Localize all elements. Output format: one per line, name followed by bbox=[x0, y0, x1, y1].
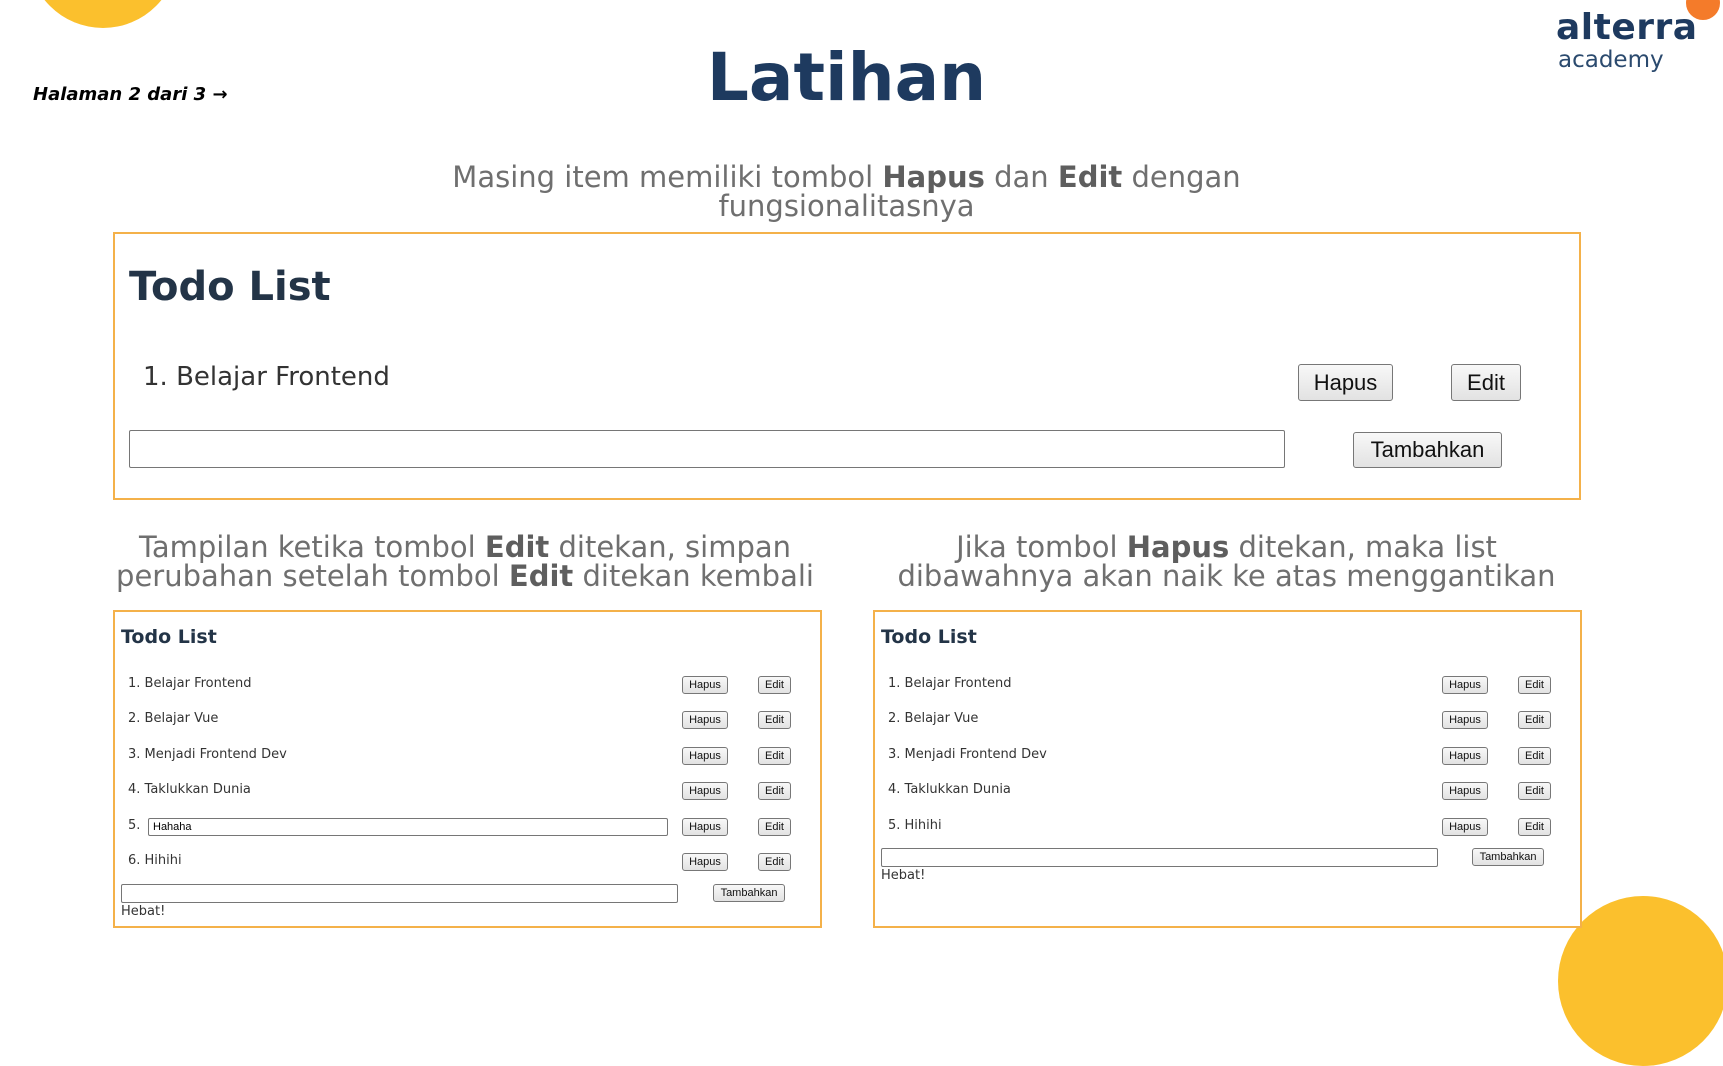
tambahkan-button[interactable]: Tambahkan bbox=[1472, 848, 1544, 866]
edit-button[interactable]: Edit bbox=[1518, 782, 1551, 800]
hapus-button[interactable]: Hapus bbox=[1442, 818, 1488, 836]
todo-row-editing: 5. Hapus Edit bbox=[115, 816, 820, 840]
edit-button[interactable]: Edit bbox=[1518, 818, 1551, 836]
caption-bold: Edit bbox=[508, 559, 574, 593]
edit-button[interactable]: Edit bbox=[758, 676, 791, 694]
decor-circle-top-left bbox=[28, 0, 178, 28]
hapus-button[interactable]: Hapus bbox=[682, 818, 728, 836]
todo-item-text: 5. Hihihi bbox=[888, 818, 942, 833]
todo-row: 5. Hihihi Hapus Edit bbox=[875, 816, 1580, 840]
todo-item-text: 2. Belajar Vue bbox=[128, 711, 219, 726]
decor-circle-bottom-right bbox=[1558, 896, 1723, 1066]
new-todo-input[interactable] bbox=[881, 848, 1438, 867]
todo-item-text: 4. Taklukkan Dunia bbox=[128, 782, 251, 797]
edit-button[interactable]: Edit bbox=[1518, 711, 1551, 729]
todo-title: Todo List bbox=[121, 626, 217, 648]
hapus-button[interactable]: Hapus bbox=[1442, 747, 1488, 765]
edit-button[interactable]: Edit bbox=[758, 853, 791, 871]
todo-row: 2. Belajar Vue Hapus Edit bbox=[875, 709, 1580, 733]
status-message: Hebat! bbox=[121, 904, 166, 919]
status-message: Hebat! bbox=[881, 868, 926, 883]
caption-left: Tampilan ketika tombol Edit ditekan, sim… bbox=[110, 533, 820, 591]
slide-title: Latihan bbox=[706, 39, 987, 116]
todo-panel-main: Todo List 1. Belajar Frontend Hapus Edit… bbox=[113, 232, 1581, 500]
todo-panel-edit-state: Todo List 1. Belajar Frontend Hapus Edit… bbox=[113, 610, 822, 928]
edit-button[interactable]: Edit bbox=[1451, 364, 1521, 401]
hapus-button[interactable]: Hapus bbox=[1298, 364, 1393, 401]
hapus-button[interactable]: Hapus bbox=[682, 711, 728, 729]
todo-row: 2. Belajar Vue Hapus Edit bbox=[115, 709, 820, 733]
todo-title: Todo List bbox=[129, 264, 331, 310]
todo-row: 3. Menjadi Frontend Dev Hapus Edit bbox=[115, 745, 820, 769]
todo-row: 3. Menjadi Frontend Dev Hapus Edit bbox=[875, 745, 1580, 769]
todo-row: 1. Belajar Frontend Hapus Edit bbox=[875, 674, 1580, 698]
todo-item-text: 1. Belajar Frontend bbox=[888, 676, 1012, 691]
caption-text: dan bbox=[984, 160, 1058, 194]
hapus-button[interactable]: Hapus bbox=[1442, 711, 1488, 729]
todo-row: 4. Taklukkan Dunia Hapus Edit bbox=[115, 780, 820, 804]
todo-item-text: 2. Belajar Vue bbox=[888, 711, 979, 726]
hapus-button[interactable]: Hapus bbox=[682, 747, 728, 765]
caption-bold: Edit bbox=[1057, 160, 1123, 194]
todo-item-text: 3. Menjadi Frontend Dev bbox=[888, 747, 1047, 762]
edit-button[interactable]: Edit bbox=[758, 782, 791, 800]
todo-item-text: 6. Hihihi bbox=[128, 853, 182, 868]
new-todo-input[interactable] bbox=[121, 884, 678, 903]
caption-main: Masing item memiliki tombol Hapus dan Ed… bbox=[420, 163, 1273, 221]
caption-right: Jika tombol Hapus ditekan, maka list dib… bbox=[870, 533, 1583, 591]
tambahkan-button[interactable]: Tambahkan bbox=[713, 884, 785, 902]
todo-row: 4. Taklukkan Dunia Hapus Edit bbox=[875, 780, 1580, 804]
new-todo-input[interactable] bbox=[129, 430, 1285, 468]
caption-text: ditekan kembali bbox=[573, 559, 814, 593]
todo-row: 6. Hihihi Hapus Edit bbox=[115, 851, 820, 875]
hapus-button[interactable]: Hapus bbox=[682, 676, 728, 694]
hapus-button[interactable]: Hapus bbox=[1442, 782, 1488, 800]
hapus-button[interactable]: Hapus bbox=[682, 782, 728, 800]
tambahkan-button[interactable]: Tambahkan bbox=[1353, 432, 1502, 468]
edit-button[interactable]: Edit bbox=[758, 747, 791, 765]
edit-button[interactable]: Edit bbox=[758, 818, 791, 836]
todo-row: 1. Belajar Frontend Hapus Edit bbox=[115, 674, 820, 698]
hapus-button[interactable]: Hapus bbox=[1442, 676, 1488, 694]
todo-item-text: 4. Taklukkan Dunia bbox=[888, 782, 1011, 797]
hapus-button[interactable]: Hapus bbox=[682, 853, 728, 871]
edit-item-input[interactable] bbox=[148, 818, 668, 836]
todo-item-text: 1. Belajar Frontend bbox=[128, 676, 252, 691]
todo-item-text: 1. Belajar Frontend bbox=[143, 362, 390, 392]
todo-item-number: 5. bbox=[128, 818, 141, 833]
edit-button[interactable]: Edit bbox=[758, 711, 791, 729]
edit-button[interactable]: Edit bbox=[1518, 747, 1551, 765]
todo-title: Todo List bbox=[881, 626, 977, 648]
edit-button[interactable]: Edit bbox=[1518, 676, 1551, 694]
todo-item-text: 3. Menjadi Frontend Dev bbox=[128, 747, 287, 762]
todo-panel-after-delete: Todo List 1. Belajar Frontend Hapus Edit… bbox=[873, 610, 1582, 928]
